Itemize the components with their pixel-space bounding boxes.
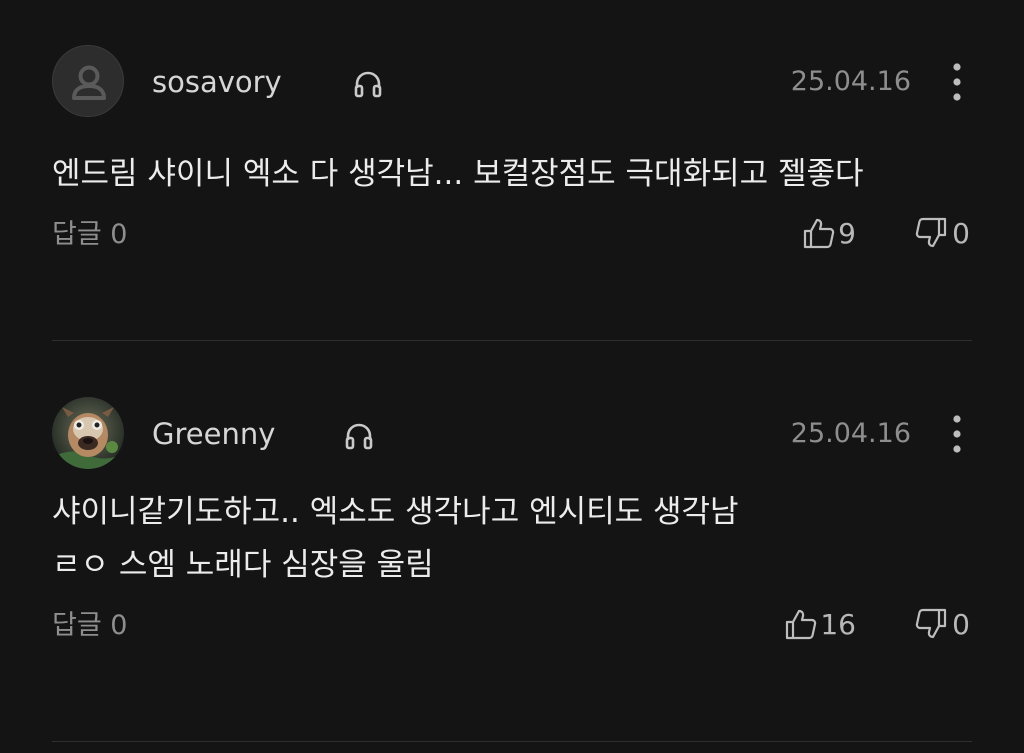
thumbs-up-icon [804, 218, 835, 249]
like-button[interactable]: 16 [784, 606, 856, 642]
avatar[interactable] [52, 397, 124, 469]
thumbs-down-icon [915, 217, 947, 248]
photo-avatar [52, 397, 124, 469]
like-count: 16 [820, 607, 856, 641]
headset-icon [354, 71, 382, 98]
dislike-count: 0 [952, 216, 970, 250]
default-user-icon [72, 65, 106, 100]
username[interactable]: sosavory [152, 64, 282, 100]
comment-header: Greenny 25.04.16 [52, 396, 972, 470]
avatar[interactable] [52, 45, 124, 117]
comment-line: 샤이니같기도하고.. 엑소도 생각나고 엔시티도 생각남 [52, 494, 739, 530]
comment-item: Greenny 25.04.16 샤이니같기도하고.. 엑소도 생각나고 엔시티… [52, 396, 972, 652]
divider [52, 340, 972, 341]
comment-line: ㄹㅇ 스엠 노래다 심장을 울림 [52, 547, 434, 583]
like-button[interactable]: 9 [802, 215, 856, 251]
username[interactable]: Greenny [152, 416, 275, 452]
like-count: 9 [838, 216, 856, 250]
dislike-button[interactable]: 0 [914, 606, 970, 642]
comment-footer: 답글 0 16 0 [52, 592, 972, 652]
divider [52, 741, 972, 742]
comment-date: 25.04.16 [790, 66, 911, 97]
reply-button[interactable]: 답글 0 [52, 217, 127, 253]
thumbs-up-icon [786, 609, 817, 640]
more-options-icon[interactable] [942, 413, 972, 455]
headset-icon [345, 423, 373, 450]
comment-item: sosavory 25.04.16 엔드림 샤이니 엑소 다 생각남... 보컬… [52, 44, 972, 261]
thumbs-down-icon [915, 608, 947, 639]
comment-text: 샤이니같기도하고.. 엑소도 생각나고 엔시티도 생각남 ㄹㅇ 스엠 노래다 심… [52, 486, 972, 592]
dislike-count: 0 [952, 607, 970, 641]
comment-date: 25.04.16 [790, 418, 911, 449]
comment-text: 엔드림 샤이니 엑소 다 생각남... 보컬장점도 극대화되고 젤좋다 [52, 148, 972, 201]
comment-header: sosavory 25.04.16 [52, 44, 972, 118]
dislike-button[interactable]: 0 [914, 215, 970, 251]
comment-footer: 답글 0 9 0 [52, 201, 972, 261]
comment-line: 엔드림 샤이니 엑소 다 생각남... 보컬장점도 극대화되고 젤좋다 [52, 156, 864, 192]
more-options-icon[interactable] [942, 61, 972, 103]
reply-button[interactable]: 답글 0 [52, 608, 127, 644]
